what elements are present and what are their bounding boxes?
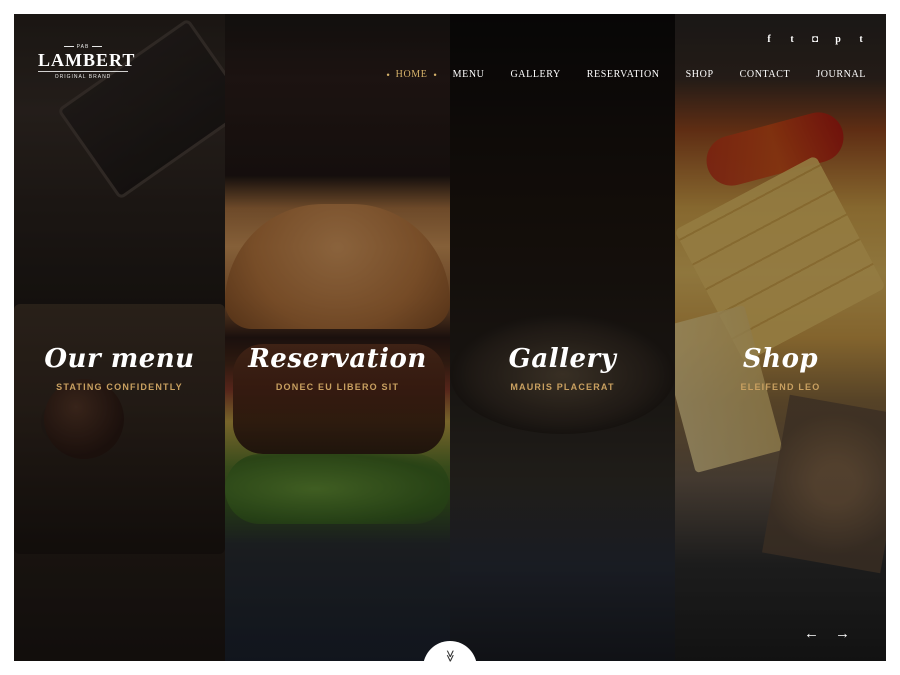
hero-slider: Our menu STATING CONFIDENTLY Reservation… — [14, 14, 886, 661]
main-nav: • HOME • MENU GALLERY RESERVATION SHOP C… — [380, 69, 866, 80]
nav-item-shop[interactable]: SHOP — [686, 69, 714, 80]
tumblr-icon[interactable]: t — [856, 34, 866, 45]
instagram-icon[interactable]: ◘ — [810, 34, 820, 45]
panel-caption: Our menu STATING CONFIDENTLY — [14, 344, 225, 392]
logo-brand: LAMBERT — [38, 50, 136, 70]
panel-subtitle: ELEIFEND LEO — [740, 382, 821, 392]
panel-our-menu[interactable]: Our menu STATING CONFIDENTLY — [14, 14, 225, 661]
brand-logo[interactable]: PAB LAMBERT ORIGINAL BRAND — [38, 44, 136, 80]
panel-shop[interactable]: Shop ELEIFEND LEO — [675, 14, 886, 661]
slider-arrows: ← → — [804, 625, 850, 642]
panel-gallery[interactable]: Gallery MAURIS PLACERAT — [450, 14, 675, 661]
nav-item-gallery[interactable]: GALLERY — [510, 69, 560, 80]
panel-caption: Shop ELEIFEND LEO — [675, 344, 886, 392]
facebook-icon[interactable]: f — [764, 34, 774, 45]
panel-title[interactable]: Shop — [675, 344, 886, 374]
nav-item-reservation[interactable]: RESERVATION — [587, 69, 660, 80]
nav-item-home[interactable]: HOME — [396, 69, 428, 80]
panel-reservation[interactable]: Reservation DONEC EU LIBERO SIT — [225, 14, 450, 661]
logo-divider — [38, 71, 128, 72]
nav-item-menu[interactable]: MENU — [453, 69, 485, 80]
panel-title[interactable]: Gallery — [450, 344, 675, 374]
nav-item-contact[interactable]: CONTACT — [740, 69, 791, 80]
arrow-right-icon[interactable]: → — [835, 625, 850, 642]
panel-caption: Gallery MAURIS PLACERAT — [450, 344, 675, 392]
panel-subtitle: DONEC EU LIBERO SIT — [275, 382, 400, 392]
pinterest-icon[interactable]: p — [833, 34, 843, 45]
panel-title[interactable]: Reservation — [225, 344, 450, 374]
logo-tag: PAB — [76, 44, 90, 50]
nav-item-journal[interactable]: JOURNAL — [816, 69, 866, 80]
panel-title[interactable]: Our menu — [14, 344, 225, 374]
social-links: f t ◘ p t — [764, 34, 866, 45]
panel-subtitle: MAURIS PLACERAT — [510, 382, 615, 392]
logo-subtitle: ORIGINAL BRAND — [54, 74, 112, 80]
twitter-icon[interactable]: t — [787, 34, 797, 45]
panel-caption: Reservation DONEC EU LIBERO SIT — [225, 344, 450, 392]
active-dot: • — [386, 69, 390, 80]
active-dot: • — [433, 69, 437, 80]
panel-subtitle: STATING CONFIDENTLY — [56, 382, 183, 392]
arrow-left-icon[interactable]: ← — [804, 625, 819, 642]
chevron-double-down-icon: ≫ — [443, 649, 457, 663]
